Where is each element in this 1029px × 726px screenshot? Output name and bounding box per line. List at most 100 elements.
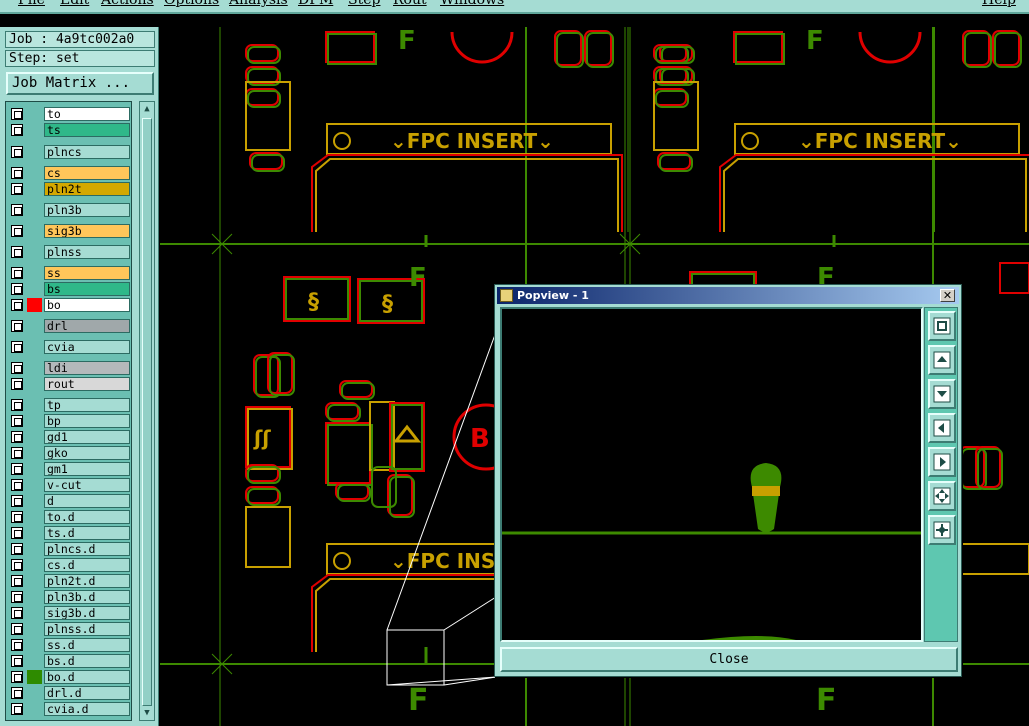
layer-row[interactable]: cs.d <box>9 558 130 572</box>
layer-row[interactable]: plnss.d <box>9 622 130 636</box>
menu-file[interactable]: File <box>18 0 45 8</box>
popview-close-button[interactable]: Close <box>500 647 958 672</box>
layer-name[interactable]: bs.d <box>44 654 130 668</box>
layer-name[interactable]: ts <box>44 123 130 137</box>
layer-checkbox[interactable] <box>11 362 23 374</box>
layer-color-swatch[interactable] <box>27 298 42 312</box>
layer-checkbox[interactable] <box>11 283 23 295</box>
layer-name[interactable]: v-cut <box>44 478 130 492</box>
close-icon[interactable]: ✕ <box>940 289 955 302</box>
zoom-window-button[interactable] <box>928 311 956 341</box>
menu-rout[interactable]: Rout <box>393 0 427 8</box>
layer-checkbox[interactable] <box>11 415 23 427</box>
layer-checkbox[interactable] <box>11 320 23 332</box>
layer-name[interactable]: sig3b <box>44 224 130 238</box>
layer-name[interactable]: cs <box>44 166 130 180</box>
layer-checkbox[interactable] <box>11 167 23 179</box>
layer-name[interactable]: drl.d <box>44 686 130 700</box>
layer-row[interactable]: bo.d <box>9 670 130 684</box>
layer-checkbox[interactable] <box>11 267 23 279</box>
layer-checkbox[interactable] <box>11 183 23 195</box>
layer-name[interactable]: drl <box>44 319 130 333</box>
layer-checkbox[interactable] <box>11 204 23 216</box>
layer-checkbox[interactable] <box>11 341 23 353</box>
layer-row[interactable]: gd1 <box>9 430 130 444</box>
layer-checkbox[interactable] <box>11 146 23 158</box>
layer-name[interactable]: rout <box>44 377 130 391</box>
layer-row[interactable]: drl.d <box>9 686 130 700</box>
pan-left-button[interactable] <box>928 413 956 443</box>
layer-checkbox[interactable] <box>11 575 23 587</box>
layer-row[interactable]: ts.d <box>9 526 130 540</box>
layer-name[interactable]: plncs <box>44 145 130 159</box>
menu-windows[interactable]: Windows <box>440 0 504 8</box>
layer-checkbox[interactable] <box>11 623 23 635</box>
layer-checkbox[interactable] <box>11 378 23 390</box>
layer-row[interactable]: drl <box>9 319 130 333</box>
layer-color-swatch[interactable] <box>27 670 42 684</box>
layer-row[interactable]: gm1 <box>9 462 130 476</box>
layer-row[interactable]: ts <box>9 123 130 137</box>
layer-name[interactable]: pln2t <box>44 182 130 196</box>
menu-options[interactable]: Options <box>164 0 219 8</box>
layer-name[interactable]: d <box>44 494 130 508</box>
layer-checkbox[interactable] <box>11 687 23 699</box>
layer-name[interactable]: sig3b.d <box>44 606 130 620</box>
layer-checkbox[interactable] <box>11 108 23 120</box>
menu-edit[interactable]: Edit <box>60 0 89 8</box>
layer-checkbox[interactable] <box>11 607 23 619</box>
layer-checkbox[interactable] <box>11 399 23 411</box>
layer-checkbox[interactable] <box>11 299 23 311</box>
layer-row[interactable]: rout <box>9 377 130 391</box>
layer-checkbox[interactable] <box>11 511 23 523</box>
layer-row[interactable]: bs <box>9 282 130 296</box>
layer-name[interactable]: cvia.d <box>44 702 130 716</box>
job-matrix-button[interactable]: Job Matrix ... <box>6 72 154 95</box>
pan-right-button[interactable] <box>928 447 956 477</box>
layer-name[interactable]: pln3b.d <box>44 590 130 604</box>
layer-checkbox[interactable] <box>11 124 23 136</box>
layer-checkbox[interactable] <box>11 479 23 491</box>
zoom-out-button[interactable] <box>928 379 956 409</box>
menu-analysis[interactable]: Analysis <box>229 0 288 8</box>
menu-help[interactable]: Help <box>982 0 1016 8</box>
layer-row[interactable]: plncs <box>9 145 130 159</box>
layer-name[interactable]: pln3b <box>44 203 130 217</box>
layer-row[interactable]: pln2t.d <box>9 574 130 588</box>
layer-row[interactable]: ldi <box>9 361 130 375</box>
layer-row[interactable]: gko <box>9 446 130 460</box>
layer-name[interactable]: tp <box>44 398 130 412</box>
layer-name[interactable]: ss <box>44 266 130 280</box>
popview-canvas[interactable] <box>500 307 923 642</box>
layer-row[interactable]: tp <box>9 398 130 412</box>
layer-checkbox[interactable] <box>11 447 23 459</box>
layer-checkbox[interactable] <box>11 495 23 507</box>
layer-row[interactable]: cvia.d <box>9 702 130 716</box>
layer-checkbox[interactable] <box>11 703 23 715</box>
layer-name[interactable]: cs.d <box>44 558 130 572</box>
layer-row[interactable]: plncs.d <box>9 542 130 556</box>
layer-row[interactable]: cvia <box>9 340 130 354</box>
layer-name[interactable]: ss.d <box>44 638 130 652</box>
layer-name[interactable]: bs <box>44 282 130 296</box>
scroll-down-icon[interactable]: ▼ <box>141 707 153 719</box>
layer-checkbox[interactable] <box>11 463 23 475</box>
layer-checkbox[interactable] <box>11 543 23 555</box>
menu-step[interactable]: Step <box>348 0 380 8</box>
scroll-up-icon[interactable]: ▲ <box>141 103 153 115</box>
layer-name[interactable]: ts.d <box>44 526 130 540</box>
layer-name[interactable]: gm1 <box>44 462 130 476</box>
scroll-thumb[interactable] <box>142 118 152 706</box>
layer-name[interactable]: gd1 <box>44 430 130 444</box>
layer-checkbox[interactable] <box>11 527 23 539</box>
layer-name[interactable]: bo.d <box>44 670 130 684</box>
layer-row[interactable]: bo <box>9 298 130 312</box>
layer-row[interactable]: d <box>9 494 130 508</box>
layer-name[interactable]: pln2t.d <box>44 574 130 588</box>
layer-name[interactable]: gko <box>44 446 130 460</box>
layer-checkbox[interactable] <box>11 246 23 258</box>
layer-row[interactable]: sig3b <box>9 224 130 238</box>
layer-checkbox[interactable] <box>11 559 23 571</box>
layer-name[interactable]: to.d <box>44 510 130 524</box>
layer-checkbox[interactable] <box>11 431 23 443</box>
